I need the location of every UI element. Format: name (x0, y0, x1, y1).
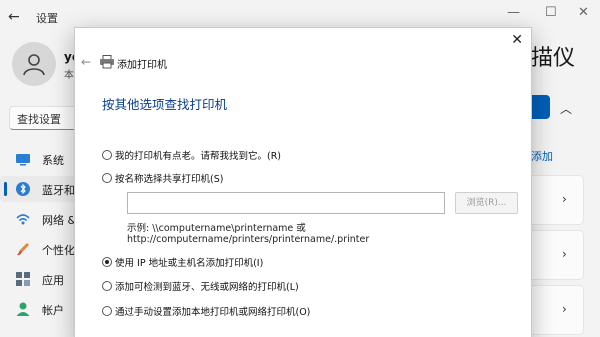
option-label: 按名称选择共享打印机(S) (115, 174, 224, 185)
sidebar-item-apps[interactable]: 应用 (0, 266, 80, 292)
radio-button[interactable] (102, 173, 112, 183)
wifi-icon (16, 214, 30, 225)
sidebar-item-label: 系统 (42, 154, 64, 167)
sidebar-item-system[interactable]: 系统 (0, 146, 80, 172)
device-card[interactable]: › (528, 175, 584, 225)
settings-window-title: 设置 (36, 12, 58, 25)
sidebar-item-label: 个性化 (42, 244, 75, 257)
sidebar-item-personalization[interactable]: 个性化 (0, 236, 80, 262)
chevron-up-icon[interactable]: ︿ (560, 100, 572, 117)
chevron-right-icon: › (562, 192, 567, 206)
page-title: 描仪 (531, 46, 576, 71)
person-icon (16, 302, 30, 316)
add-link[interactable]: 添加 (531, 148, 553, 164)
sidebar-item-network[interactable]: 网络 & (0, 206, 80, 232)
monitor-icon (16, 154, 30, 166)
device-card[interactable]: › (528, 285, 584, 335)
apps-icon (16, 272, 30, 286)
bluetooth-icon (16, 182, 30, 196)
dialog-title: 添加打印机 (117, 60, 167, 71)
device-card[interactable]: › (528, 230, 584, 280)
radio-button[interactable] (102, 150, 112, 160)
brush-icon (17, 243, 29, 256)
sidebar-item-label: 网络 & (42, 214, 77, 227)
close-icon[interactable]: ✕ (511, 32, 523, 48)
close-window-icon[interactable]: ✕ (578, 5, 589, 20)
option-label: 通过手动设置添加本地打印机或网络打印机(O) (115, 307, 311, 318)
sidebar-item-label: 帐户 (42, 304, 64, 317)
sidebar-item-accounts[interactable]: 帐户 (0, 296, 80, 322)
maximize-icon[interactable]: ☐ (545, 5, 557, 20)
option-label: 我的打印机有点老。请帮我找到它。(R) (115, 151, 282, 162)
radio-button[interactable] (102, 281, 112, 291)
minimize-icon[interactable]: — (507, 5, 520, 20)
add-printer-dialog: ✕ ← 添加打印机 按其他选项查找打印机 我的打印机有点老。请帮我找到它。(R)… (74, 27, 532, 337)
dialog-heading: 按其他选项查找打印机 (102, 97, 228, 112)
sidebar-item-bluetooth[interactable]: 蓝牙和 (0, 176, 80, 202)
radio-button[interactable] (102, 257, 112, 267)
option-label: 使用 IP 地址或主机名添加打印机(I) (115, 258, 264, 269)
shared-printer-name-input[interactable] (127, 192, 445, 214)
chevron-right-icon: › (562, 302, 567, 316)
option-label: 添加可检测到蓝牙、无线或网络的打印机(L) (115, 282, 299, 293)
sidebar-item-label: 蓝牙和 (42, 184, 75, 197)
example-text: 示例: \\computername\printername 或 (127, 223, 306, 234)
radio-button[interactable] (102, 306, 112, 316)
printer-icon (100, 55, 114, 69)
person-icon (23, 54, 45, 76)
avatar[interactable] (12, 42, 56, 86)
profile-subtitle: 本 (64, 70, 74, 81)
example-text: http://computername/printers/printername… (127, 234, 370, 245)
back-arrow-icon[interactable]: ← (8, 9, 20, 25)
back-arrow-icon[interactable]: ← (81, 55, 91, 69)
browse-button[interactable]: 浏览(R)... (455, 192, 518, 214)
sidebar-item-label: 应用 (42, 274, 64, 287)
chevron-right-icon: › (562, 247, 567, 261)
